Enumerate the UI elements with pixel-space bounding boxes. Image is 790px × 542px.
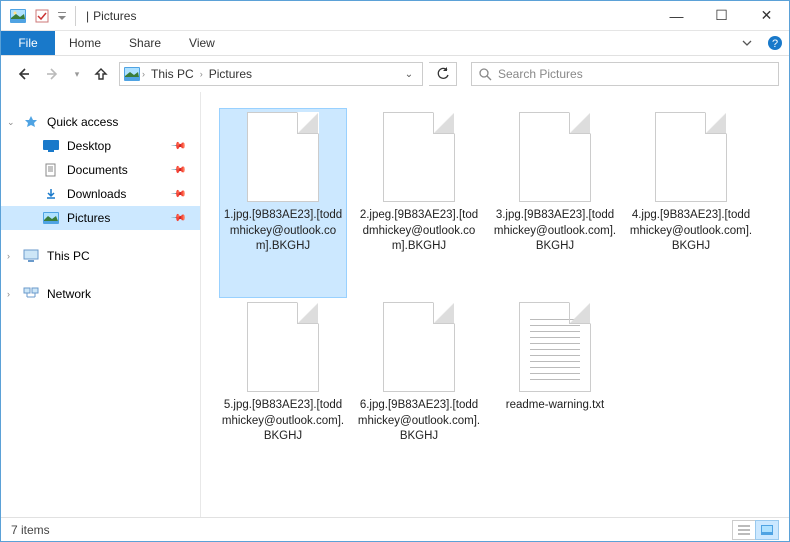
close-button[interactable]: ✕ [744, 1, 789, 31]
large-icons-view-button[interactable] [755, 520, 779, 540]
sidebar-item-network[interactable]: › Network [1, 282, 200, 306]
breadcrumb-pictures[interactable]: Pictures [205, 67, 256, 81]
window-controls: — ☐ ✕ [654, 1, 789, 31]
pin-icon: 📌 [169, 210, 186, 227]
search-icon [478, 67, 492, 81]
file-label: 3.jpg.[9B83AE23].[toddmhickey@outlook.co… [491, 208, 619, 255]
sidebar-item-documents[interactable]: Documents 📌 [1, 158, 200, 182]
navbar: ▾ › This PC › Pictures ⌄ Search Pictures [1, 56, 789, 92]
sidebar-item-label: Desktop [67, 139, 111, 153]
minimize-button[interactable]: — [654, 1, 699, 31]
recent-locations-icon[interactable]: ▾ [71, 69, 83, 80]
file-label: readme-warning.txt [504, 398, 606, 414]
blank-file-icon [383, 302, 455, 392]
address-bar[interactable]: › This PC › Pictures ⌄ [119, 62, 423, 86]
refresh-button[interactable] [429, 62, 457, 86]
svg-text:?: ? [772, 38, 778, 50]
help-icon[interactable]: ? [761, 31, 789, 55]
chevron-down-icon[interactable]: ⌄ [7, 117, 15, 128]
chevron-right-icon[interactable]: › [7, 251, 10, 261]
breadcrumb-this-pc[interactable]: This PC [147, 67, 198, 81]
tab-home[interactable]: Home [55, 31, 115, 55]
file-label: 4.jpg.[9B83AE23].[toddmhickey@outlook.co… [627, 208, 755, 255]
sidebar-item-label: Network [47, 287, 91, 301]
tab-view[interactable]: View [175, 31, 229, 55]
window-title-sep: | [86, 9, 89, 23]
sidebar-item-label: This PC [47, 249, 90, 263]
navigation-pane: ⌄ Quick access Desktop 📌 Documents 📌 [1, 92, 201, 518]
pin-icon: 📌 [169, 138, 186, 155]
search-placeholder: Search Pictures [498, 67, 583, 81]
desktop-icon [43, 138, 59, 154]
file-item[interactable]: 1.jpg.[9B83AE23].[toddmhickey@outlook.co… [219, 108, 347, 298]
file-label: 2.jpeg.[9B83AE23].[toddmhickey@outlook.c… [355, 208, 483, 255]
details-view-button[interactable] [732, 520, 756, 540]
blank-file-icon [655, 112, 727, 202]
chevron-right-icon[interactable]: › [142, 69, 145, 79]
sidebar-item-label: Pictures [67, 211, 110, 225]
blank-file-icon [247, 112, 319, 202]
sidebar-item-label: Quick access [47, 115, 118, 129]
search-input[interactable]: Search Pictures [471, 62, 779, 86]
titlebar: | Pictures — ☐ ✕ [1, 1, 789, 31]
tab-file[interactable]: File [1, 31, 55, 55]
file-item[interactable]: 2.jpeg.[9B83AE23].[toddmhickey@outlook.c… [355, 108, 483, 298]
window-title: Pictures [93, 9, 136, 23]
view-mode-buttons [733, 520, 779, 540]
up-button[interactable] [89, 62, 113, 86]
back-button[interactable] [11, 62, 35, 86]
file-label: 6.jpg.[9B83AE23].[toddmhickey@outlook.co… [355, 398, 483, 445]
file-item[interactable]: 3.jpg.[9B83AE23].[toddmhickey@outlook.co… [491, 108, 619, 298]
sidebar-item-downloads[interactable]: Downloads 📌 [1, 182, 200, 206]
file-label: 5.jpg.[9B83AE23].[toddmhickey@outlook.co… [219, 398, 347, 445]
sidebar-item-label: Downloads [67, 187, 126, 201]
properties-icon[interactable] [31, 5, 53, 27]
large-icons-view-icon [760, 524, 774, 536]
this-pc-icon [23, 248, 39, 264]
star-icon [23, 114, 39, 130]
pictures-folder-icon [124, 66, 140, 82]
forward-button[interactable] [41, 62, 65, 86]
pictures-icon [43, 210, 59, 226]
file-item[interactable]: readme-warning.txt [491, 298, 619, 488]
downloads-icon [43, 186, 59, 202]
tab-share[interactable]: Share [115, 31, 175, 55]
sidebar-item-quick-access[interactable]: ⌄ Quick access [1, 110, 200, 134]
network-icon [23, 286, 39, 302]
file-item[interactable]: 5.jpg.[9B83AE23].[toddmhickey@outlook.co… [219, 298, 347, 488]
documents-icon [43, 162, 59, 178]
blank-file-icon [247, 302, 319, 392]
file-item[interactable]: 4.jpg.[9B83AE23].[toddmhickey@outlook.co… [627, 108, 755, 298]
blank-file-icon [383, 112, 455, 202]
quick-access-toolbar [1, 5, 80, 27]
ribbon: File Home Share View ? [1, 31, 789, 56]
statusbar: 7 items [1, 517, 789, 541]
details-view-icon [737, 524, 751, 536]
file-label: 1.jpg.[9B83AE23].[toddmhickey@outlook.co… [220, 208, 346, 255]
text-file-icon [519, 302, 591, 392]
app-icon[interactable] [7, 5, 29, 27]
pin-icon: 📌 [169, 162, 186, 179]
qat-dropdown-icon[interactable] [55, 5, 69, 27]
sidebar-item-this-pc[interactable]: › This PC [1, 244, 200, 268]
file-item[interactable]: 6.jpg.[9B83AE23].[toddmhickey@outlook.co… [355, 298, 483, 488]
titlebar-divider [75, 6, 76, 26]
sidebar-item-label: Documents [67, 163, 128, 177]
body: ⌄ Quick access Desktop 📌 Documents 📌 [1, 92, 789, 518]
sidebar-item-desktop[interactable]: Desktop 📌 [1, 134, 200, 158]
blank-file-icon [519, 112, 591, 202]
chevron-right-icon[interactable]: › [200, 69, 203, 79]
ribbon-expand-icon[interactable] [733, 31, 761, 55]
address-dropdown-icon[interactable]: ⌄ [400, 69, 418, 80]
maximize-button[interactable]: ☐ [699, 1, 744, 31]
pin-icon: 📌 [169, 186, 186, 203]
file-list[interactable]: 1.jpg.[9B83AE23].[toddmhickey@outlook.co… [201, 92, 789, 518]
status-item-count: 7 items [11, 523, 50, 537]
chevron-right-icon[interactable]: › [7, 289, 10, 299]
sidebar-item-pictures[interactable]: Pictures 📌 [1, 206, 200, 230]
